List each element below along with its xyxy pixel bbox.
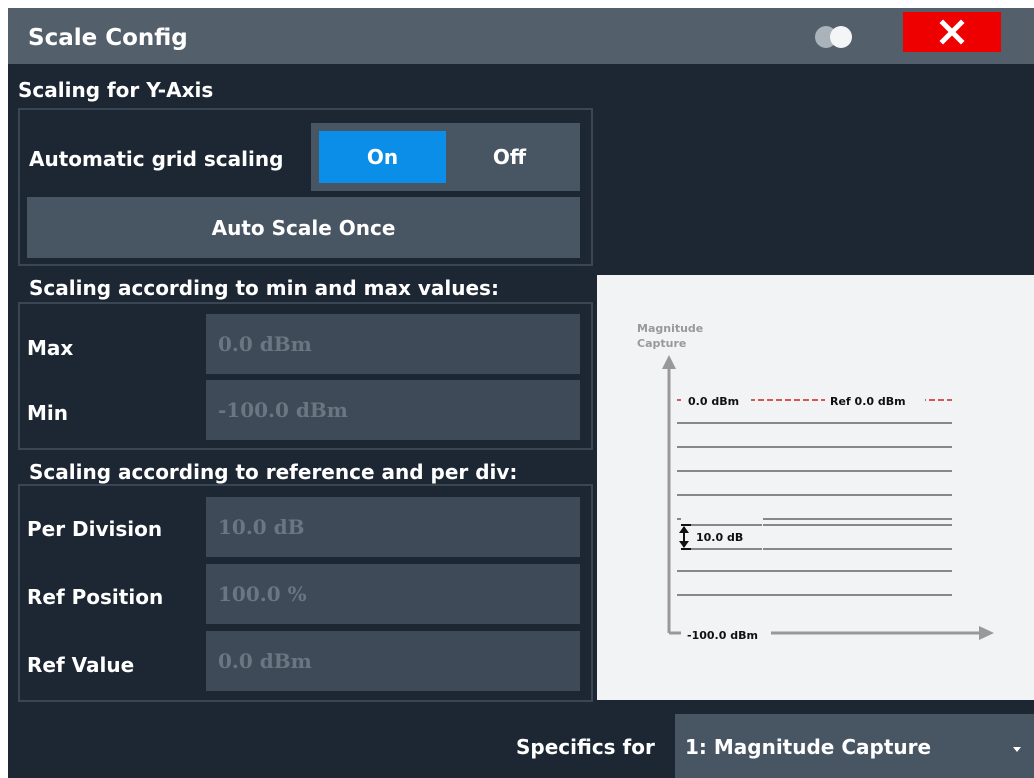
title-bar: Scale Config bbox=[8, 8, 1034, 64]
preview-bottom-label: -100.0 dBm bbox=[687, 629, 758, 642]
dialog-title: Scale Config bbox=[28, 25, 188, 51]
max-label: Max bbox=[27, 336, 74, 360]
refdiv-heading: Scaling according to reference and per d… bbox=[29, 460, 518, 484]
minmax-heading: Scaling according to min and max values: bbox=[29, 276, 499, 300]
ref-position-value: 100.0 % bbox=[218, 582, 307, 606]
ref-position-label: Ref Position bbox=[27, 585, 164, 609]
chevron-down-icon bbox=[1013, 747, 1021, 752]
scaling-preview: Magnitude Capture 0.0 dBm Ref 0.0 dBm 10… bbox=[597, 275, 1034, 700]
window-selector-dropdown[interactable]: 1: Magnitude Capture bbox=[675, 714, 1034, 778]
close-icon bbox=[939, 19, 965, 45]
preview-ref-label: Ref 0.0 dBm bbox=[830, 395, 906, 408]
scale-config-dialog: Scale Config Scaling for Y-Axis Automati… bbox=[8, 8, 1034, 778]
min-label: Min bbox=[27, 401, 68, 425]
max-input[interactable]: 0.0 dBm bbox=[206, 314, 580, 374]
x-axis-arrow-icon bbox=[979, 626, 994, 640]
per-division-label: Per Division bbox=[27, 517, 163, 541]
scaling-preview-diagram: Magnitude Capture 0.0 dBm Ref 0.0 dBm 10… bbox=[637, 322, 994, 642]
auto-grid-label: Automatic grid scaling bbox=[29, 147, 284, 171]
window-selector-value: 1: Magnitude Capture bbox=[685, 735, 932, 759]
ref-value-value: 0.0 dBm bbox=[218, 649, 312, 673]
y-axis-heading: Scaling for Y-Axis bbox=[18, 78, 214, 102]
preview-axis-title-line2: Capture bbox=[637, 337, 686, 350]
ref-position-input[interactable]: 100.0 % bbox=[206, 564, 580, 624]
per-division-value: 10.0 dB bbox=[218, 515, 305, 539]
min-input[interactable]: -100.0 dBm bbox=[206, 380, 580, 440]
ref-value-input[interactable]: 0.0 dBm bbox=[206, 631, 580, 691]
transparency-toggle-icon[interactable] bbox=[811, 25, 861, 49]
close-button[interactable] bbox=[903, 12, 1001, 52]
preview-top-label: 0.0 dBm bbox=[688, 395, 739, 408]
auto-grid-switch: On Off bbox=[311, 123, 580, 191]
y-axis-arrow-icon bbox=[662, 355, 676, 369]
min-value: -100.0 dBm bbox=[218, 398, 348, 422]
auto-grid-on-button[interactable]: On bbox=[319, 131, 446, 183]
auto-grid-off-button[interactable]: Off bbox=[446, 131, 573, 183]
preview-axis-title-line1: Magnitude bbox=[637, 322, 703, 335]
ref-value-label: Ref Value bbox=[27, 653, 135, 677]
preview-div-label: 10.0 dB bbox=[696, 531, 743, 544]
grid-lines bbox=[677, 422, 952, 596]
max-value: 0.0 dBm bbox=[218, 332, 312, 356]
per-division-input[interactable]: 10.0 dB bbox=[206, 497, 580, 557]
auto-scale-once-button[interactable]: Auto Scale Once bbox=[27, 197, 580, 258]
specifics-for-label: Specifics for bbox=[516, 735, 655, 759]
